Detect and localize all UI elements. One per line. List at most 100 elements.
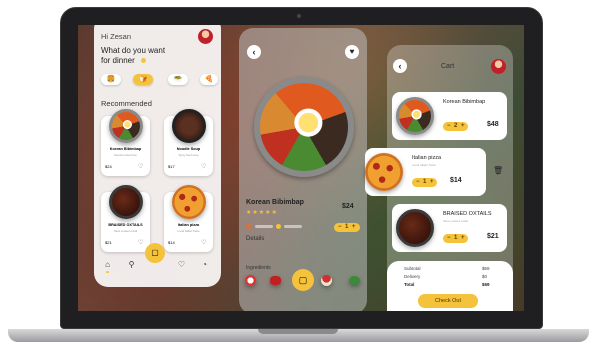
pizza-image [365,153,403,191]
chevron-left-icon: ‹ [252,47,256,57]
calorie-text [255,225,273,228]
dinner-emoji-icon [141,58,146,63]
webcam [297,14,301,18]
food-name: Italian pizza [177,223,200,227]
food-price: $21 [105,240,112,245]
quantity-stepper[interactable]: − 1 + [334,223,360,232]
cart-item[interactable]: Korean Bibimbap − 2 + $48 [392,92,507,140]
quantity-stepper[interactable]: − 1 + [443,234,468,243]
food-card-noodle-soup[interactable]: Noodle Soup Spicy beef soup $17 ♡ [164,109,213,176]
heart-icon[interactable]: ♡ [138,163,143,170]
quantity-value: 1 [345,224,349,230]
dish-price: $24 [342,203,354,210]
cart-item-name: Italian pizza [412,155,442,161]
minus-button[interactable]: − [338,223,342,232]
food-price: $24 [105,164,112,169]
food-name: Korean Bibimbap [109,147,142,151]
cart-title: Cart [441,63,455,70]
food-name: Noodle Soup [176,147,201,151]
quantity-stepper[interactable]: − 2 + [443,122,468,131]
ingredient-egg-icon [245,275,256,286]
category-salad[interactable]: 🥗 [168,74,188,85]
plus-button[interactable]: + [430,178,434,187]
salad-icon: 🥗 [173,76,183,83]
category-bread[interactable]: 🍞 [133,74,153,85]
cart-item-sub: Slow cooked oxtail [443,219,468,223]
favorite-button[interactable]: ♥ [345,45,359,59]
food-sub: Local Italian Taste [177,229,200,233]
search-icon[interactable]: ⚲ [127,260,136,269]
burger-icon: 🍔 [106,76,116,83]
bread-icon: 🍞 [138,76,148,83]
food-card-oxtails[interactable]: BRAISED OXTAILS Slow cooked oxtail $21 ♡ [101,185,150,252]
time-icon [276,224,281,229]
cart-item-name: BRAISED OXTAILS [443,211,492,217]
calorie-icon [246,224,251,229]
avatar[interactable] [198,29,213,44]
subtotal-label: Subtotal [404,266,421,271]
bell-icon[interactable]: ◔ [200,260,209,269]
back-button[interactable]: ‹ [393,59,407,73]
prompt-line-2: for dinner [101,56,135,65]
delivery-value: $0 [482,274,488,279]
noodle-soup-image [172,109,206,143]
section-title: Recommended [101,99,152,108]
subtotal-value: $69 [482,266,490,271]
home-icon[interactable]: ⌂ [103,260,112,269]
back-button[interactable]: ‹ [247,45,261,59]
plus-button[interactable]: + [461,122,465,131]
laptop-screen: Hi Zesan What do you want for dinner 🍔 🍞… [78,25,524,311]
quantity-value: 1 [454,235,458,241]
quantity-stepper[interactable]: − 1 + [412,178,437,187]
laptop-notch [258,329,338,334]
prompt-line-1: What do you want [101,46,166,55]
bibimbap-image [109,109,143,143]
minus-button[interactable]: − [447,122,451,131]
detail-screen: ‹ ♥ Korean Bibimbap $24 ★★★★★ − 1 + Deta… [239,28,367,311]
order-summary: Subtotal $69 Delivery $0 Total $69 Check… [387,261,513,311]
heart-icon[interactable]: ♡ [138,239,143,246]
heart-icon[interactable]: ♡ [201,239,206,246]
cart-item[interactable]: Italian pizza Local Italian Taste − 1 + … [365,148,486,196]
quantity-value: 1 [423,179,427,185]
food-card-bibimbap[interactable]: Korean Bibimbap Special mixed rice $24 ♡ [101,109,150,176]
heart-icon: ♥ [349,47,355,56]
cart-screen: ‹ Cart Korean Bibimbap − 2 + $48 Italian… [365,45,513,311]
chevron-left-icon: ‹ [398,61,402,71]
checkout-button[interactable]: Check Out [418,294,478,308]
greeting: Hi Zesan [101,32,132,41]
food-card-pizza[interactable]: Italian pizza Local Italian Taste $14 ♡ [164,185,213,252]
pizza-image [172,185,206,219]
food-sub: Special mixed rice [114,153,137,157]
category-burger[interactable]: 🍔 [101,74,121,85]
bag-icon: ▢ [298,275,308,285]
minus-button[interactable]: − [447,234,451,243]
cart-item[interactable]: BRAISED OXTAILS Slow cooked oxtail − 1 +… [392,204,507,252]
heart-icon[interactable]: ♡ [201,163,206,170]
trash-icon[interactable]: 🗑 [493,166,503,175]
cart-item-price: $48 [487,121,499,128]
quantity-value: 2 [454,123,458,129]
plus-button[interactable]: + [352,223,356,232]
avatar[interactable] [491,59,506,74]
bibimbap-hero-image [254,77,354,177]
laptop-mockup: Hi Zesan What do you want for dinner 🍔 🍞… [0,0,597,344]
bibimbap-image [396,97,434,135]
ingredient-meat-icon [270,276,281,285]
plus-button[interactable]: + [461,234,465,243]
total-label: Total [404,282,415,287]
bag-button[interactable]: ▢ [145,243,165,263]
details-heading: Details [246,236,265,242]
heart-icon[interactable]: ♡ [177,260,186,269]
food-sub: Slow cooked oxtail [113,229,138,233]
time-text [284,225,302,228]
rating-stars: ★★★★★ [246,210,278,216]
bag-button[interactable]: ▢ [292,269,314,291]
home-screen: Hi Zesan What do you want for dinner 🍔 🍞… [94,25,221,287]
minus-button[interactable]: − [416,178,420,187]
ingredient-mushroom-icon [321,275,332,286]
food-sub: Spicy beef soup [178,153,199,157]
cart-item-price: $14 [450,177,462,184]
food-price: $14 [168,240,175,245]
category-pizza[interactable]: 🍕 [200,74,218,85]
